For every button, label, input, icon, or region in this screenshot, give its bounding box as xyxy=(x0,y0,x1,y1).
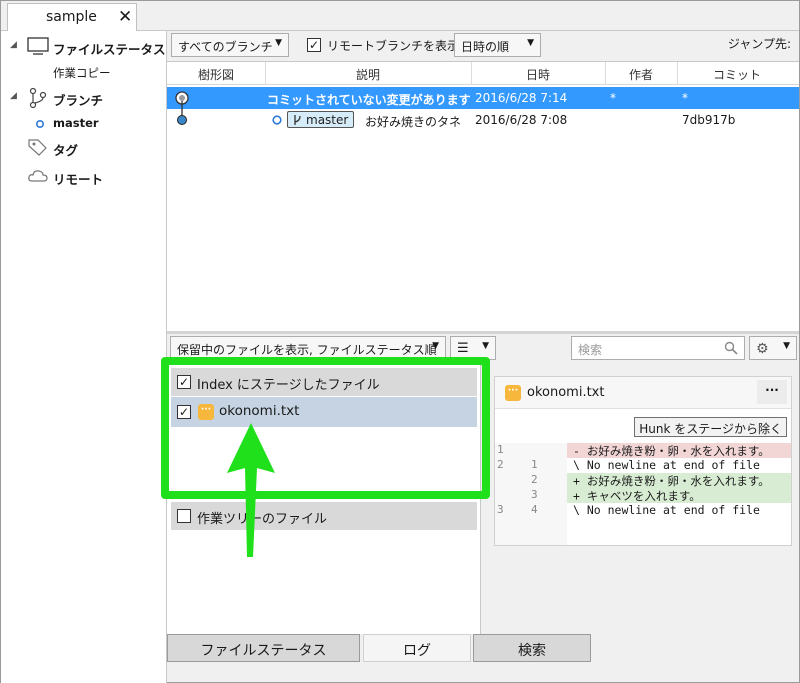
new-line-number: 1 xyxy=(531,458,538,471)
graph-line-icon xyxy=(177,101,187,125)
sidebar: ◢ ファイルステータス 作業コピー ◢ ブランチ master タグ リモート xyxy=(1,31,167,683)
expand-arrow-icon[interactable]: ◢ xyxy=(10,91,17,101)
commit-date: 2016/6/28 7:14 xyxy=(475,91,568,105)
cloud-icon xyxy=(28,170,48,182)
table-row[interactable]: master お好み焼きのタネ 2016/6/28 7:08 7db917b xyxy=(167,101,799,131)
order-dropdown[interactable]: 日時の順 ▼ xyxy=(454,33,541,57)
old-line-number: 2 xyxy=(497,458,504,471)
commit-description: コミットされていない変更があります xyxy=(267,93,471,107)
commit-description: お好み焼きのタネ xyxy=(365,115,462,129)
more-options-button[interactable]: ··· xyxy=(757,380,787,404)
sidebar-item-label: リモート xyxy=(53,172,104,187)
log-toolbar: すべてのブランチ ▼ ✓ リモートブランチを表示 日時の順 ▼ ジャンプ先: xyxy=(167,31,799,61)
sidebar-item-file-status[interactable]: ◢ ファイルステータス xyxy=(1,36,166,58)
order-value: 日時の順 xyxy=(461,40,510,54)
worktree-group-header[interactable]: 作業ツリーのファイル xyxy=(171,502,477,530)
sidebar-item-remotes[interactable]: リモート xyxy=(1,166,166,188)
repo-tab-title: sample xyxy=(46,9,97,25)
tag-icon xyxy=(28,139,47,156)
settings-dropdown[interactable]: ⚙ ▼ xyxy=(749,336,797,360)
column-header-description[interactable]: 説明 xyxy=(265,66,471,83)
gear-icon: ⚙ xyxy=(756,341,769,357)
branch-label-text: master xyxy=(306,113,349,127)
highlight-box xyxy=(161,357,490,499)
close-icon[interactable]: ✕ xyxy=(118,7,132,27)
diff-line: 2 + お好み焼き粉・卵・水を入れます。 xyxy=(495,473,791,488)
branch-icon xyxy=(294,115,301,125)
table-row[interactable]: コミットされていない変更があります 2016/6/28 7:14 * * xyxy=(167,87,799,109)
current-branch-icon xyxy=(35,119,45,129)
diff-line: 3 + キャベツを入れます。 xyxy=(495,488,791,503)
sidebar-item-master[interactable]: master xyxy=(1,113,166,135)
diff-line: 1 - お好み焼き粉・卵・水を入れます。 xyxy=(495,443,791,458)
commit-hash: 7db917b xyxy=(682,113,736,127)
commit-date: 2016/6/28 7:08 xyxy=(475,113,568,127)
old-line-number: 3 xyxy=(497,503,504,516)
diff-line-text: + お好み焼き粉・卵・水を入れます。 xyxy=(567,473,791,488)
diff-view: ··· okonomi.txt ··· Hunk をステージから除く 1 - お… xyxy=(494,376,792,546)
new-line-number: 3 xyxy=(531,488,538,501)
head-indicator-icon xyxy=(272,115,282,125)
chevron-down-icon: ▼ xyxy=(527,38,534,48)
log-header: 樹形図 説明 日時 作者 コミット xyxy=(167,62,799,85)
show-remote-label: リモートブランチを表示 xyxy=(327,39,460,53)
diff-line-text: - お好み焼き粉・卵・水を入れます。 xyxy=(567,443,791,458)
sidebar-item-label: タグ xyxy=(53,143,79,158)
sidebar-item-label: master xyxy=(53,116,99,130)
branch-icon xyxy=(29,87,47,109)
branch-filter-dropdown[interactable]: すべてのブランチ ▼ xyxy=(171,33,289,57)
column-header-date[interactable]: 日時 xyxy=(471,66,605,83)
column-header-graph[interactable]: 樹形図 xyxy=(167,66,265,83)
chevron-down-icon: ▼ xyxy=(275,38,282,48)
tab-bar: sample ✕ xyxy=(1,1,799,31)
commit-author: * xyxy=(610,91,616,105)
diff-line: 3 4 \ No newline at end of file xyxy=(495,503,791,518)
chevron-down-icon: ▼ xyxy=(482,341,489,351)
diff-line-text: + キャベツを入れます。 xyxy=(567,488,791,503)
sidebar-item-branches[interactable]: ◢ ブランチ xyxy=(1,87,166,109)
column-header-commit[interactable]: コミット xyxy=(677,66,797,83)
old-line-number: 1 xyxy=(497,443,504,456)
branch-filter-value: すべてのブランチ xyxy=(178,40,273,54)
chevron-down-icon: ▼ xyxy=(432,341,439,351)
sidebar-item-label: ブランチ xyxy=(53,93,104,108)
modified-file-icon: ··· xyxy=(505,385,521,401)
file-filter-value: 保留中のファイルを表示, ファイルステータス順 xyxy=(177,343,437,357)
repo-tab[interactable]: sample ✕ xyxy=(7,3,137,31)
tab-log[interactable]: ログ xyxy=(363,634,471,662)
column-header-author[interactable]: 作者 xyxy=(605,66,677,83)
tab-file-status[interactable]: ファイルステータス xyxy=(167,634,360,662)
sidebar-item-label: ファイルステータス xyxy=(53,42,166,57)
diff-line-text: \ No newline at end of file xyxy=(573,503,760,517)
diff-line: 2 1 \ No newline at end of file xyxy=(495,458,791,473)
chevron-down-icon: ▼ xyxy=(783,341,790,351)
diff-header: ··· okonomi.txt ··· xyxy=(495,377,791,409)
list-icon: ☰ xyxy=(457,341,469,356)
branch-label-tag[interactable]: master xyxy=(287,111,355,128)
commit-hash: * xyxy=(682,91,688,105)
diff-panel: ··· okonomi.txt ··· Hunk をステージから除く 1 - お… xyxy=(482,364,799,634)
diff-file-name: okonomi.txt xyxy=(527,385,605,400)
search-placeholder: 検索 xyxy=(578,343,603,357)
arrow-icon xyxy=(227,423,275,557)
worktree-stage-all-checkbox[interactable] xyxy=(177,509,191,523)
expand-arrow-icon[interactable]: ◢ xyxy=(10,40,17,50)
sidebar-item-label: 作業コピー xyxy=(53,66,111,80)
tab-search[interactable]: 検索 xyxy=(473,634,591,662)
bottom-tab-bar: ファイルステータス ログ 検索 xyxy=(167,634,799,664)
sidebar-item-tags[interactable]: タグ xyxy=(1,137,166,159)
new-line-number: 2 xyxy=(531,473,538,486)
new-line-number: 4 xyxy=(531,503,538,516)
monitor-icon xyxy=(27,37,49,55)
app-window: sample ✕ ◢ ファイルステータス 作業コピー ◢ ブランチ master… xyxy=(0,0,800,683)
show-remote-checkbox[interactable]: ✓ xyxy=(307,38,321,52)
diff-line-text: \ No newline at end of file xyxy=(573,458,760,472)
commit-log-table: 樹形図 説明 日時 作者 コミット コミットされていない変更があります 2016… xyxy=(167,61,799,331)
sidebar-item-working-copy[interactable]: 作業コピー xyxy=(1,62,166,84)
search-input[interactable]: 検索 xyxy=(571,336,745,360)
unstage-hunk-button[interactable]: Hunk をステージから除く xyxy=(634,417,787,437)
jump-label: ジャンプ先: xyxy=(727,37,791,51)
search-icon xyxy=(724,341,738,355)
